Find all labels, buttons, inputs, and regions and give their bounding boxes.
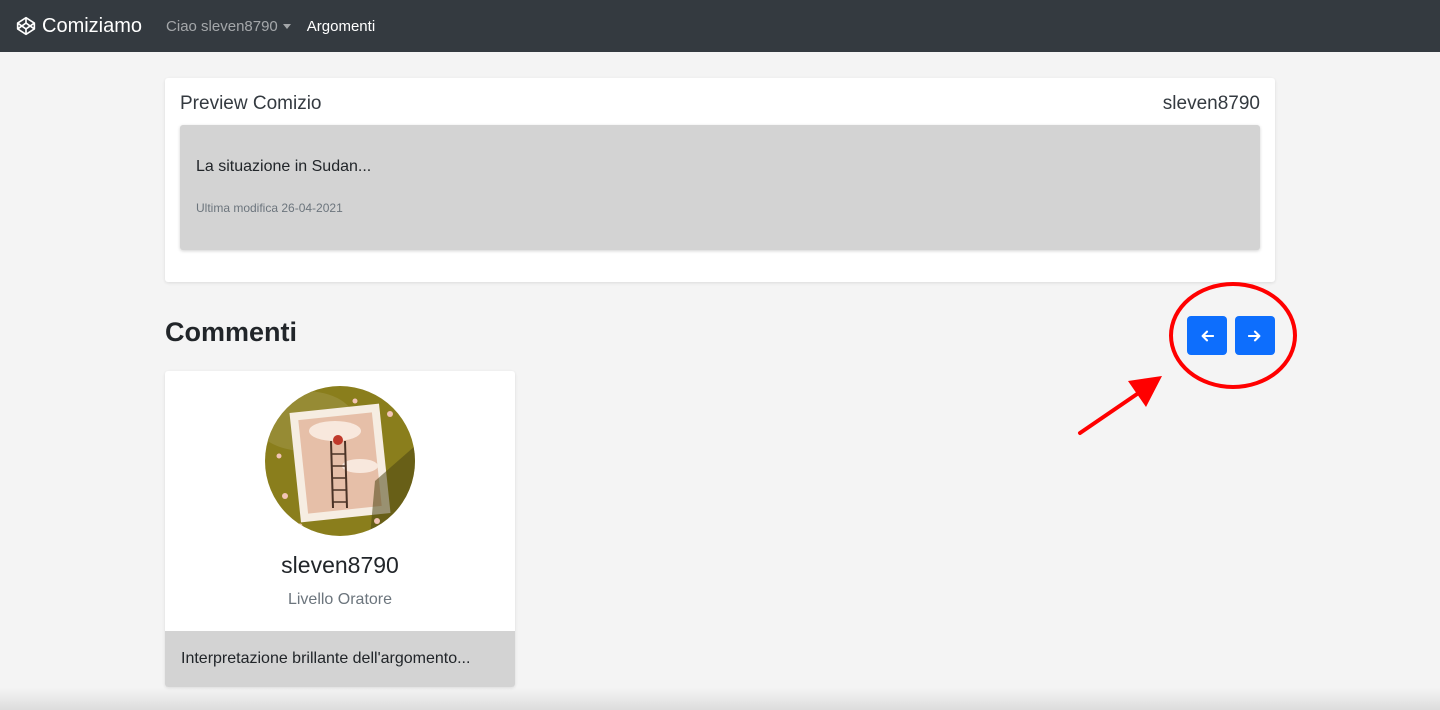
top-navbar: Comiziamo Ciao sleven8790 Argomenti — [0, 0, 1440, 52]
preview-last-modified: Ultima modifica 26-04-2021 — [196, 201, 343, 215]
comment-username: sleven8790 — [281, 552, 399, 578]
annotation-arrow-icon — [1078, 376, 1162, 435]
preview-author[interactable]: sleven8790 — [1163, 93, 1260, 115]
comment-user-level: Livello Oratore — [287, 591, 393, 608]
bottom-scroll-fade — [0, 688, 1440, 710]
brand-link[interactable]: Comiziamo — [16, 15, 142, 38]
brand-name: Comiziamo — [42, 14, 143, 37]
comment-card[interactable]: sleven8790 Livello Oratore Interpretazio… — [165, 371, 515, 687]
caret-down-icon — [282, 23, 291, 29]
comment-text: Interpretazione brillante dell'argomento… — [165, 631, 515, 687]
nav-link-argomenti[interactable]: Argomenti — [307, 18, 375, 35]
codepen-cube-icon — [16, 16, 36, 36]
avatar — [265, 386, 415, 536]
user-menu-dropdown[interactable]: Ciao sleven8790 — [166, 18, 291, 35]
comments-heading: Commenti — [165, 317, 298, 347]
preview-title: Preview Comizio — [180, 93, 322, 114]
preview-text: La situazione in Sudan... — [196, 158, 372, 175]
user-menu-label: Ciao sleven8790 — [166, 17, 278, 35]
annotation-highlight-circle — [1169, 282, 1297, 389]
preview-card: Preview Comizio sleven8790 La situazione… — [165, 78, 1275, 282]
preview-content-box[interactable]: La situazione in Sudan... Ultima modific… — [180, 125, 1260, 250]
